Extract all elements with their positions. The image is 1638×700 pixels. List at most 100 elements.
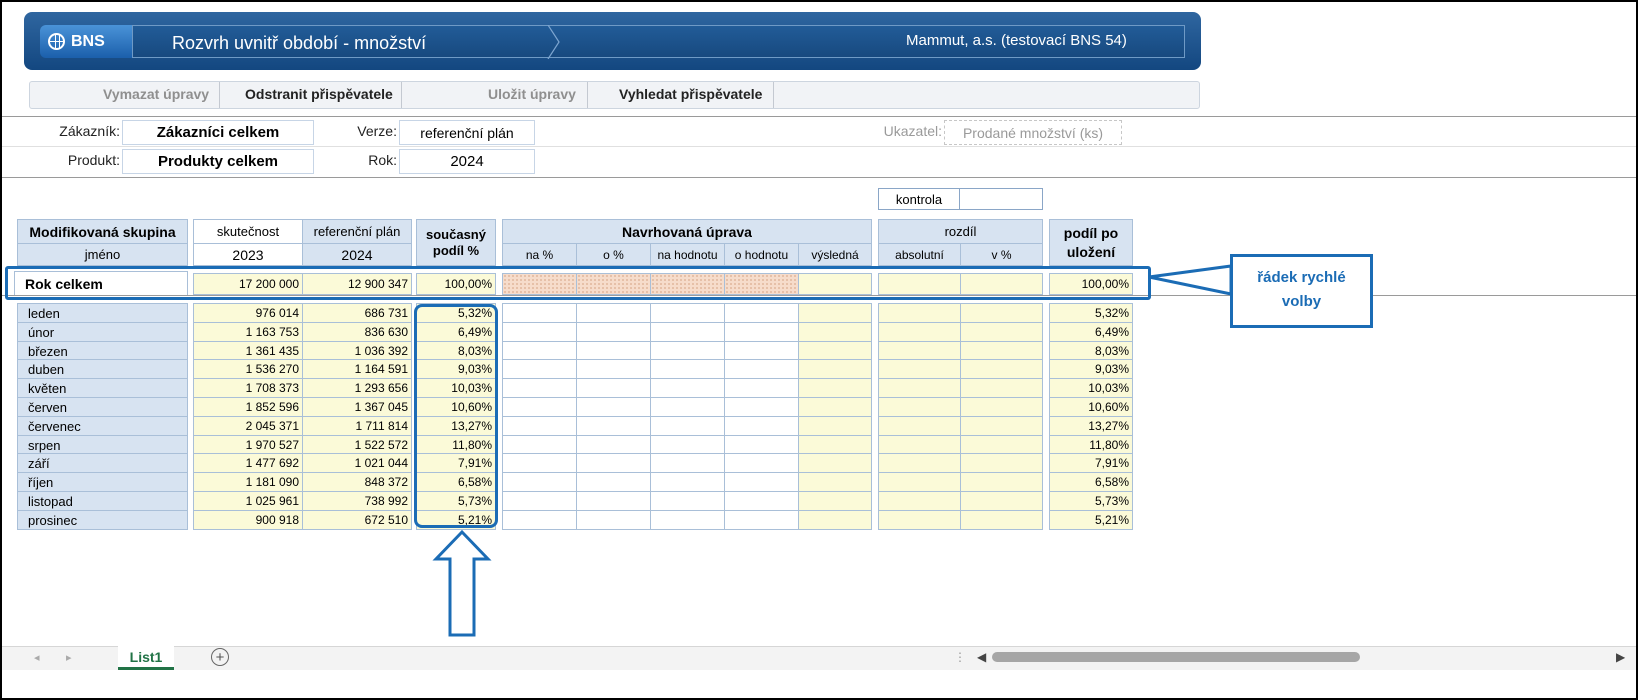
clear-changes-button[interactable]: Vymazat úpravy xyxy=(103,86,209,102)
header-proposed: Navrhovaná úprava xyxy=(502,219,872,244)
on-value-input[interactable] xyxy=(650,416,725,436)
on-value-input[interactable] xyxy=(650,397,725,417)
tab-scroll-right-icon[interactable]: ▸ xyxy=(66,651,72,664)
ref-cell: 1 164 591 xyxy=(302,359,412,379)
diff-pct-cell xyxy=(960,472,1043,492)
by-pct-input[interactable] xyxy=(576,510,651,530)
by-value-input[interactable] xyxy=(724,491,799,511)
by-pct-input[interactable] xyxy=(576,303,651,323)
by-value-input[interactable] xyxy=(724,453,799,473)
by-pct-input[interactable] xyxy=(576,453,651,473)
diff-pct-cell xyxy=(960,322,1043,342)
on-pct-input[interactable] xyxy=(502,472,577,492)
indicator-field[interactable]: Prodané množství (ks) xyxy=(944,120,1122,145)
find-contributor-button[interactable]: Vyhledat přispěvatele xyxy=(619,86,762,102)
by-pct-input[interactable] xyxy=(576,435,651,455)
by-value-input[interactable] xyxy=(724,341,799,361)
ref-cell: 1 021 044 xyxy=(302,453,412,473)
on-pct-input[interactable] xyxy=(502,453,577,473)
on-value-input[interactable] xyxy=(650,378,725,398)
by-value-input[interactable] xyxy=(724,303,799,323)
on-value-input[interactable] xyxy=(650,510,725,530)
kontrola-value[interactable] xyxy=(959,188,1043,210)
header-actual: skutečnost xyxy=(193,219,303,244)
year-field[interactable]: 2024 xyxy=(399,149,535,174)
by-value-input[interactable] xyxy=(724,435,799,455)
scroll-left-icon[interactable]: ◀ xyxy=(977,650,986,664)
diff-pct-cell xyxy=(960,341,1043,361)
after-cell: 10,03% xyxy=(1049,378,1133,398)
horizontal-scrollbar[interactable] xyxy=(992,652,1360,662)
on-value-input[interactable] xyxy=(650,303,725,323)
resulting-cell xyxy=(798,472,872,492)
month-label: březen xyxy=(17,341,188,361)
by-pct-input[interactable] xyxy=(576,378,651,398)
by-pct-input[interactable] xyxy=(576,472,651,492)
ref-cell: 686 731 xyxy=(302,303,412,323)
product-field[interactable]: Produkty celkem xyxy=(122,149,314,174)
on-pct-input[interactable] xyxy=(502,510,577,530)
on-value-input[interactable] xyxy=(650,472,725,492)
save-changes-button[interactable]: Uložit úpravy xyxy=(488,86,576,102)
toolbar-separator xyxy=(208,82,220,108)
on-value-input[interactable] xyxy=(650,435,725,455)
by-value-input[interactable] xyxy=(724,397,799,417)
on-pct-input[interactable] xyxy=(502,322,577,342)
by-pct-input[interactable] xyxy=(576,359,651,379)
actual-cell: 1 025 961 xyxy=(193,491,303,511)
header-diff: rozdíl xyxy=(878,219,1043,244)
scroll-right-icon[interactable]: ▶ xyxy=(1616,650,1625,664)
on-pct-input[interactable] xyxy=(502,397,577,417)
by-value-input[interactable] xyxy=(724,378,799,398)
by-value-input[interactable] xyxy=(724,416,799,436)
on-value-input[interactable] xyxy=(650,453,725,473)
on-pct-input[interactable] xyxy=(502,435,577,455)
remove-contributor-button[interactable]: Odstranit přispěvatele xyxy=(245,86,393,102)
by-pct-input[interactable] xyxy=(576,341,651,361)
diff-abs-cell xyxy=(878,435,961,455)
on-pct-input[interactable] xyxy=(502,359,577,379)
on-pct-input[interactable] xyxy=(502,378,577,398)
header-on-value: na hodnotu xyxy=(650,243,725,266)
by-value-input[interactable] xyxy=(724,510,799,530)
indicator-label: Ukazatel: xyxy=(883,123,942,139)
on-pct-input[interactable] xyxy=(502,341,577,361)
by-pct-input[interactable] xyxy=(576,491,651,511)
diff-pct-cell xyxy=(960,397,1043,417)
by-pct-input[interactable] xyxy=(576,322,651,342)
tab-scroll-left-icon[interactable]: ◂ xyxy=(34,651,40,664)
resulting-cell xyxy=(798,359,872,379)
by-value-input[interactable] xyxy=(724,472,799,492)
on-value-input[interactable] xyxy=(650,322,725,342)
sheet-tab-list1[interactable]: List1 xyxy=(118,646,174,670)
by-value-input[interactable] xyxy=(724,322,799,342)
header-ref-year: 2024 xyxy=(302,243,412,266)
on-value-input[interactable] xyxy=(650,341,725,361)
header-by-value: o hodnotu xyxy=(724,243,799,266)
product-label: Produkt: xyxy=(67,152,120,168)
by-pct-input[interactable] xyxy=(576,416,651,436)
diff-abs-cell xyxy=(878,359,961,379)
by-value-input[interactable] xyxy=(724,359,799,379)
header-share: současný podíl % xyxy=(416,219,496,266)
ref-cell: 672 510 xyxy=(302,510,412,530)
callout-pointer xyxy=(1148,264,1233,296)
customer-field[interactable]: Zákazníci celkem xyxy=(122,120,314,145)
version-field[interactable]: referenční plán xyxy=(399,120,535,145)
after-cell: 8,03% xyxy=(1049,341,1133,361)
page-title: Rozvrh uvnitř období - množství xyxy=(172,33,427,53)
diff-pct-cell xyxy=(960,510,1043,530)
actual-cell: 2 045 371 xyxy=(193,416,303,436)
note-line-1: řádek rychlé xyxy=(1257,269,1346,286)
on-value-input[interactable] xyxy=(650,359,725,379)
on-pct-input[interactable] xyxy=(502,303,577,323)
splitter-icon[interactable]: ⋮ xyxy=(954,650,966,664)
on-value-input[interactable] xyxy=(650,491,725,511)
diff-abs-cell xyxy=(878,341,961,361)
by-pct-input[interactable] xyxy=(576,397,651,417)
on-pct-input[interactable] xyxy=(502,491,577,511)
on-pct-input[interactable] xyxy=(502,416,577,436)
version-label: Verze: xyxy=(357,123,397,139)
resulting-cell xyxy=(798,510,872,530)
plus-icon[interactable]: + xyxy=(211,648,229,666)
